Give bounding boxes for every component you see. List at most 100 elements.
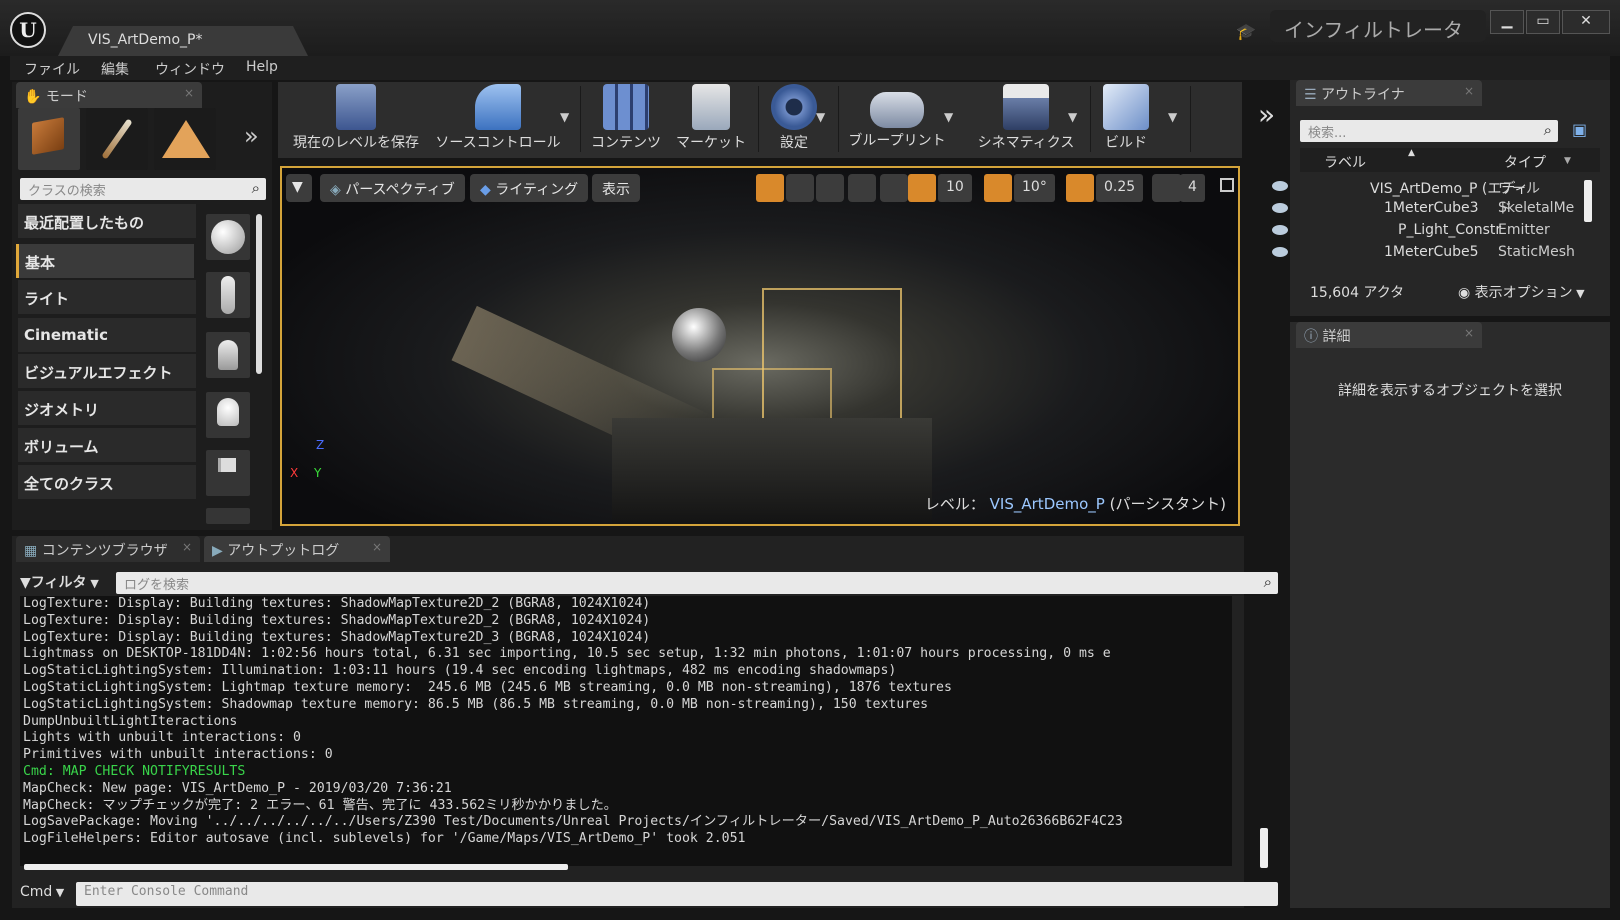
player-start-thumbnail[interactable] — [206, 450, 250, 496]
more-modes-button[interactable]: » — [244, 122, 259, 150]
outliner-row[interactable]: 1MeterCube3 SkeletalMe — [1272, 200, 1574, 222]
settings-button[interactable]: 設定 — [764, 84, 824, 154]
grid-snap-icon[interactable] — [908, 174, 936, 202]
category-all-classes[interactable]: 全てのクラス — [18, 465, 196, 499]
category-visual-effects[interactable]: ビジュアルエフェクト — [18, 354, 196, 388]
character-thumbnail[interactable] — [206, 272, 250, 318]
close-icon[interactable]: × — [372, 540, 382, 554]
document-tab[interactable]: VIS_ArtDemo_P* — [58, 26, 308, 56]
outliner-row[interactable]: 1MeterCube5 StaticMesh — [1272, 244, 1575, 266]
console-command-placeholder: Enter Console Command — [84, 884, 249, 899]
viewport-options-button[interactable]: ▼ — [286, 174, 312, 202]
visibility-eye-icon[interactable] — [1272, 225, 1288, 235]
blueprints-button[interactable]: ブループリント — [842, 84, 952, 154]
log-line: LogTexture: Display: Building textures: … — [23, 596, 651, 611]
filter-button[interactable]: ▼フィルタ ▼ — [20, 572, 99, 592]
category-volumes[interactable]: ボリューム — [18, 428, 196, 462]
build-button[interactable]: ビルド — [1094, 84, 1158, 154]
rotation-snap-value[interactable]: 10° — [1014, 174, 1055, 202]
rotation-snap-icon[interactable] — [984, 174, 1012, 202]
save-level-button[interactable]: 現在のレベルを保存 — [286, 84, 426, 154]
close-icon[interactable]: × — [182, 540, 192, 554]
close-icon[interactable]: × — [1464, 326, 1474, 340]
menu-window[interactable]: ウィンドウ — [155, 59, 225, 79]
camera-speed-icon[interactable] — [1152, 174, 1182, 202]
filter-icon: ▼ — [20, 575, 31, 591]
level-prefix: レベル： — [924, 495, 985, 513]
show-button[interactable]: 表示 — [592, 174, 640, 202]
blueprints-dropdown-icon[interactable]: ▼ — [944, 110, 953, 124]
column-type-header[interactable]: タイプ — [1504, 152, 1546, 172]
category-basic[interactable]: 基本 — [16, 244, 194, 278]
cinematics-dropdown-icon[interactable]: ▼ — [1068, 110, 1077, 124]
level-viewport[interactable]: ▼ ◈ パースペクティブ ◆ ライティング 表示 10 10° 0.25 4 Z… — [280, 166, 1240, 526]
modes-scrollbar[interactable] — [256, 214, 262, 374]
outliner-row[interactable]: P_Light_Constr Emitter — [1272, 222, 1550, 244]
perspective-button[interactable]: ◈ パースペクティブ — [320, 174, 465, 202]
level-name: VIS_ArtDemo_P — [989, 495, 1105, 513]
place-mode-button[interactable] — [18, 108, 80, 170]
category-recent[interactable]: 最近配置したもの — [18, 204, 196, 238]
camera-speed-value[interactable]: 4 — [1180, 174, 1205, 202]
scale-snap-value[interactable]: 0.25 — [1096, 174, 1144, 202]
console-command-input[interactable]: Enter Console Command — [76, 882, 1278, 906]
outliner-tab[interactable]: ☰ アウトライナ × — [1296, 80, 1482, 106]
add-folder-icon[interactable]: ▣ — [1572, 120, 1587, 139]
menu-help[interactable]: Help — [246, 59, 278, 75]
minimize-button[interactable]: ▁ — [1490, 10, 1524, 34]
source-control-button[interactable]: ソースコントロール — [432, 84, 564, 154]
category-geometry[interactable]: ジオメトリ — [18, 391, 196, 425]
log-horizontal-scrollbar[interactable] — [24, 864, 568, 870]
sphere-thumbnail[interactable] — [206, 214, 250, 260]
output-log-tab[interactable]: ▶ アウトプットログ × — [204, 536, 390, 562]
menu-edit[interactable]: 編集 — [101, 59, 129, 79]
category-cinematic[interactable]: Cinematic — [18, 318, 196, 352]
cube-thumbnail[interactable] — [206, 508, 250, 524]
paint-mode-button[interactable] — [86, 108, 148, 170]
close-icon[interactable]: × — [1464, 84, 1474, 98]
surface-snap-icon[interactable] — [880, 174, 908, 202]
modes-tab[interactable]: ✋ モード × — [16, 82, 202, 108]
cmd-dropdown[interactable]: Cmd ▼ — [20, 884, 64, 900]
log-line: Lights with unbuilt interactions: 0 — [23, 730, 301, 746]
output-log[interactable]: LogTexture: Display: Building textures: … — [20, 596, 1232, 866]
settings-dropdown-icon[interactable]: ▼ — [816, 110, 825, 124]
class-search-input[interactable]: クラスの検索 ⌕ — [20, 178, 266, 200]
source-control-dropdown-icon[interactable]: ▼ — [560, 110, 569, 124]
close-icon[interactable]: × — [184, 86, 194, 100]
landscape-mode-button[interactable] — [154, 108, 216, 170]
rotate-tool-icon[interactable] — [786, 174, 814, 202]
maximize-button[interactable]: ▭ — [1526, 10, 1560, 34]
outliner-scrollbar[interactable] — [1584, 180, 1592, 222]
close-button[interactable]: ✕ — [1562, 10, 1610, 34]
grid-snap-value[interactable]: 10 — [938, 174, 972, 202]
pawn-thumbnail[interactable] — [206, 332, 250, 378]
column-label-header[interactable]: ラベル — [1324, 152, 1366, 172]
output-log-label: アウトプットログ — [227, 543, 340, 559]
visibility-eye-icon[interactable] — [1272, 247, 1288, 257]
world-space-icon[interactable] — [848, 174, 876, 202]
category-lights[interactable]: ライト — [18, 280, 196, 314]
maximize-viewport-icon[interactable] — [1220, 178, 1234, 192]
visibility-eye-icon[interactable] — [1272, 203, 1288, 213]
log-line: LogStaticLightingSystem: Shadowmap textu… — [23, 696, 929, 712]
log-vertical-scrollbar[interactable] — [1260, 828, 1268, 868]
content-button[interactable]: コンテンツ — [588, 84, 664, 154]
log-search-input[interactable]: ログを検索 ⌕ — [116, 572, 1278, 594]
outliner-search-input[interactable]: 検索... ⌕ — [1300, 120, 1558, 142]
point-light-thumbnail[interactable] — [206, 392, 250, 438]
visibility-eye-icon[interactable] — [1272, 181, 1288, 191]
content-browser-tab[interactable]: ▦ コンテンツブラウザ × — [16, 536, 200, 562]
scale-tool-icon[interactable] — [816, 174, 844, 202]
build-dropdown-icon[interactable]: ▼ — [1168, 110, 1177, 124]
toolbar-more-button[interactable]: » — [1258, 98, 1275, 131]
scale-snap-icon[interactable] — [1066, 174, 1094, 202]
lighting-button[interactable]: ◆ ライティング — [470, 174, 589, 202]
menu-file[interactable]: ファイル — [24, 59, 80, 79]
translate-tool-icon[interactable] — [756, 174, 784, 202]
outliner-row[interactable]: VIS_ArtDemo_P (エディ ワールド — [1272, 178, 1550, 217]
view-options-button[interactable]: ◉ 表示オプション ▼ — [1458, 282, 1585, 302]
marketplace-button[interactable]: マーケット — [670, 84, 752, 154]
log-search-placeholder: ログを検索 — [124, 578, 190, 593]
details-tab[interactable]: ⓘ 詳細 × — [1296, 322, 1482, 348]
